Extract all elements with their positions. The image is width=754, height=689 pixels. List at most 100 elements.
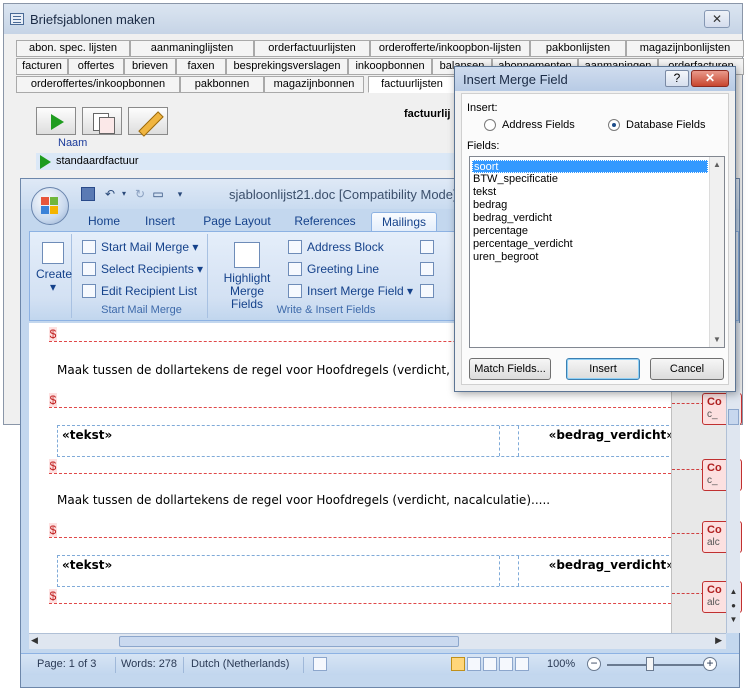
draft-view-icon[interactable] (515, 657, 529, 671)
full-screen-reading-icon[interactable] (467, 657, 481, 671)
undo-dropdown-icon[interactable]: ▾ (117, 187, 131, 201)
field-item[interactable]: bedrag (472, 199, 708, 212)
office-button[interactable] (31, 187, 69, 225)
tab-besprekingsverslagen[interactable]: besprekingsverslagen (226, 58, 348, 75)
customize-qat-icon[interactable]: ▾ (173, 187, 187, 201)
group-write-label: Write & Insert Fields (276, 304, 376, 316)
tab-inkoopbonnen[interactable]: inkoopbonnen (348, 58, 432, 75)
briefsjablonen-close-button[interactable]: ✕ (704, 10, 730, 28)
rules-button[interactable] (420, 239, 439, 258)
match-fields-button[interactable]: Match Fields... (469, 358, 551, 380)
zoom-in-icon[interactable]: + (703, 657, 717, 671)
scroll-left-icon[interactable]: ◀ (31, 635, 38, 646)
copy-button[interactable] (82, 107, 122, 135)
field-bedrag-verdicht: «bedrag_verdicht» (548, 558, 671, 572)
save-icon[interactable] (81, 187, 95, 201)
field-item[interactable]: percentage (472, 225, 708, 238)
highlight-merge-fields-button[interactable]: Highlight Merge Fields (214, 242, 280, 311)
tab-orderoffertes-inkoopbonnen[interactable]: orderoffertes/inkoopbonnen (16, 76, 180, 93)
update-labels-icon (420, 283, 434, 298)
horizontal-scrollbar[interactable]: ◀ ▶ (29, 633, 726, 649)
create-button[interactable]: Create ▾ (36, 242, 72, 294)
greeting-line-button[interactable]: Greeting Line (288, 261, 379, 280)
scroll-right-icon[interactable]: ▶ (715, 635, 722, 646)
outline-view-icon[interactable] (499, 657, 513, 671)
field-item[interactable]: uren_begroot (472, 251, 708, 264)
start-mail-merge-button[interactable]: Start Mail Merge ▾ (82, 239, 198, 258)
template-row[interactable]: standaardfactuur (36, 153, 466, 170)
tab-insert[interactable]: Insert (137, 212, 183, 231)
scroll-up-icon[interactable]: ▲ (713, 160, 721, 169)
form-field-icon[interactable]: ▭ (151, 187, 165, 201)
fields-listbox[interactable]: soort BTW_specificatie tekst bedrag bedr… (469, 156, 725, 348)
list-header: factuurlij (404, 108, 451, 120)
help-button[interactable]: ? (665, 70, 689, 87)
tab-faxen[interactable]: faxen (176, 58, 226, 75)
insert-merge-field-button[interactable]: Insert Merge Field ▾ (288, 283, 413, 302)
tab-brieven[interactable]: brieven (124, 58, 176, 75)
next-page-icon[interactable]: ▼ (728, 615, 739, 624)
language-indicator[interactable]: Dutch (Netherlands) (191, 658, 289, 670)
print-layout-view-icon[interactable] (451, 657, 465, 671)
tab-magazijnbonnen[interactable]: magazijnbonnen (264, 76, 364, 93)
tab-pakbonnen[interactable]: pakbonnen (180, 76, 264, 93)
tab-facturen[interactable]: facturen (16, 58, 68, 75)
macro-record-icon[interactable] (313, 657, 327, 671)
tab-home[interactable]: Home (81, 212, 127, 231)
field-item[interactable]: bedrag_verdicht (472, 212, 708, 225)
tab-page-layout[interactable]: Page Layout (197, 212, 277, 231)
undo-icon[interactable]: ↶ (103, 187, 117, 201)
recipients-icon (82, 261, 96, 276)
address-block-button[interactable]: Address Block (288, 239, 384, 258)
field-tekst: «tekst» (62, 558, 113, 572)
tab-references[interactable]: References (289, 212, 361, 231)
zoom-slider-thumb[interactable] (646, 657, 654, 671)
redo-icon[interactable]: ↻ (133, 187, 147, 201)
quick-access-toolbar: ↶ ▾ ↻ ▭ ▾ (81, 187, 201, 203)
database-fields-radio[interactable]: Database Fields (608, 119, 728, 133)
previous-page-icon[interactable]: ▲ (728, 587, 739, 596)
insert-merge-field-label: Insert Merge Field (307, 284, 404, 298)
tab-abon-spec-lijsten[interactable]: abon. spec. lijsten (16, 40, 130, 57)
section-line (49, 407, 671, 408)
word-count[interactable]: Words: 278 (121, 658, 177, 670)
dollar-marker: $ (49, 459, 57, 473)
zoom-out-icon[interactable]: − (587, 657, 601, 671)
field-item[interactable]: BTW_specificatie (472, 173, 708, 186)
match-fields-icon-button[interactable] (420, 261, 439, 280)
dollar-marker: $ (49, 327, 57, 341)
web-layout-icon[interactable] (483, 657, 497, 671)
vertical-scroll-thumb[interactable] (728, 409, 739, 425)
template-row-label: standaardfactuur (56, 155, 139, 167)
doc-paragraph-2: Maak tussen de dollartekens de regel voo… (57, 493, 551, 507)
tab-aanmaninglijsten[interactable]: aanmaninglijsten (130, 40, 254, 57)
field-item[interactable]: soort (472, 160, 708, 173)
edit-recipient-list-button[interactable]: Edit Recipient List (82, 283, 197, 302)
tab-factuurlijsten[interactable]: factuurlijsten (368, 76, 456, 93)
horizontal-scroll-thumb[interactable] (119, 636, 459, 647)
tab-orderofferte-inkoopbon-lijsten[interactable]: orderofferte/inkoopbon-lijsten (370, 40, 530, 57)
tab-orderfactuurlijsten[interactable]: orderfactuurlijsten (254, 40, 370, 57)
tab-mailings[interactable]: Mailings (371, 212, 437, 231)
address-fields-radio[interactable]: Address Fields (484, 119, 604, 133)
page-indicator[interactable]: Page: 1 of 3 (37, 658, 96, 670)
zoom-slider[interactable] (607, 664, 717, 666)
zoom-level[interactable]: 100% (547, 658, 575, 670)
dialog-close-button[interactable]: ✕ (691, 70, 729, 87)
mail-merge-icon (82, 239, 96, 254)
update-labels-button[interactable] (420, 283, 439, 302)
fields-scrollbar[interactable]: ▲ ▼ (709, 157, 724, 347)
tab-offertes[interactable]: offertes (68, 58, 124, 75)
insert-button[interactable]: Insert (566, 358, 640, 380)
tab-pakbonlijsten[interactable]: pakbonlijsten (530, 40, 626, 57)
run-button[interactable] (36, 107, 76, 135)
select-recipients-label: Select Recipients (101, 262, 194, 276)
browse-object-icon[interactable]: ● (728, 601, 739, 610)
scroll-down-icon[interactable]: ▼ (713, 335, 721, 344)
cancel-button[interactable]: Cancel (650, 358, 724, 380)
select-recipients-button[interactable]: Select Recipients ▾ (82, 261, 203, 280)
field-item[interactable]: tekst (472, 186, 708, 199)
tab-magazijnbonlijsten[interactable]: magazijnbonlijsten (626, 40, 744, 57)
edit-pencil-button[interactable] (128, 107, 168, 135)
field-item[interactable]: percentage_verdicht (472, 238, 708, 251)
